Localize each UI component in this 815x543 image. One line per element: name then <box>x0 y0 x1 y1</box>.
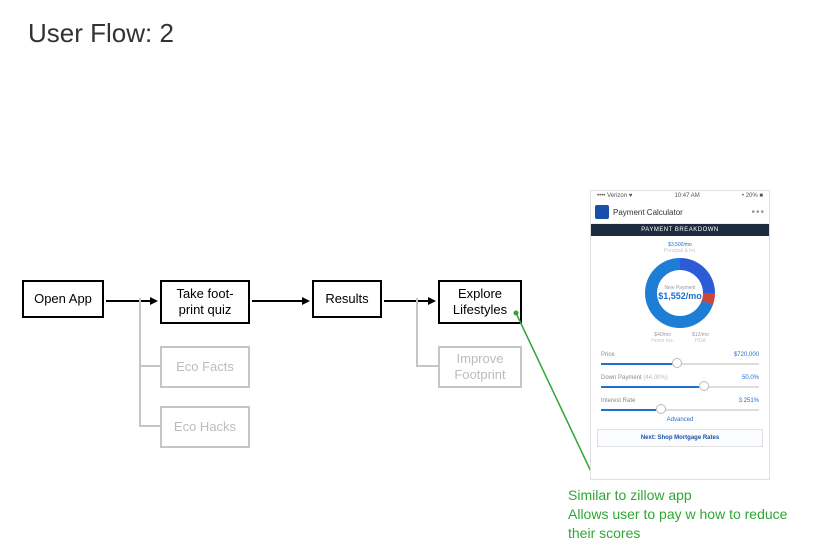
payment-breakdown-band: PAYMENT BREAKDOWN <box>591 224 769 236</box>
node-eco-facts: Eco Facts <box>160 346 250 388</box>
donut-top-sub: Principal & Int. <box>591 248 769 254</box>
donut-chart-area: $3,500/mo Principal & Int. New Payment $… <box>591 236 769 348</box>
phone-header: Payment Calculator ••• <box>591 201 769 224</box>
annotation-line-2: Allows user to pay w how to reduce their… <box>568 505 815 543</box>
slider-down-payment[interactable]: Down Payment (44.00%)50.0% <box>591 371 769 388</box>
legend-right: $12/mo HOA <box>692 332 709 344</box>
status-left: •••• Verizon ♥ <box>597 193 632 199</box>
node-take-quiz: Take foot-print quiz <box>160 280 250 324</box>
legend-left: $40/mo Home Ins. <box>651 332 674 344</box>
arrow <box>384 300 434 302</box>
status-battery: • 20% ■ <box>742 193 763 199</box>
donut-center-value: $1,552/mo <box>658 291 702 301</box>
phone-mockup: •••• Verizon ♥ 10:47 AM • 20% ■ Payment … <box>590 190 770 480</box>
next-shop-rates-button[interactable]: Next: Shop Mortgage Rates <box>597 429 763 447</box>
page-title: User Flow: 2 <box>28 18 174 49</box>
status-time: 10:47 AM <box>674 193 699 199</box>
more-icon: ••• <box>751 207 765 218</box>
phone-screen-title: Payment Calculator <box>613 208 747 217</box>
arrow <box>106 300 156 302</box>
node-explore-lifestyles: Explore Lifestyles <box>438 280 522 324</box>
slider-price[interactable]: Price$720,000 <box>591 348 769 365</box>
node-eco-hacks: Eco Hacks <box>160 406 250 448</box>
phone-status-bar: •••• Verizon ♥ 10:47 AM • 20% ■ <box>591 191 769 201</box>
annotation-line-1: Similar to zillow app <box>568 486 815 505</box>
node-open-app: Open App <box>22 280 104 318</box>
zillow-logo-icon <box>595 205 609 219</box>
node-results: Results <box>312 280 382 318</box>
annotation-text: Similar to zillow app Allows user to pay… <box>568 486 815 543</box>
advanced-link[interactable]: Advanced <box>591 417 769 423</box>
slider-interest-rate[interactable]: Interest Rate3.251% <box>591 394 769 411</box>
arrow <box>252 300 308 302</box>
donut-chart: New Payment $1,552/mo <box>645 258 715 328</box>
node-improve-footprint: Improve Footprint <box>438 346 522 388</box>
